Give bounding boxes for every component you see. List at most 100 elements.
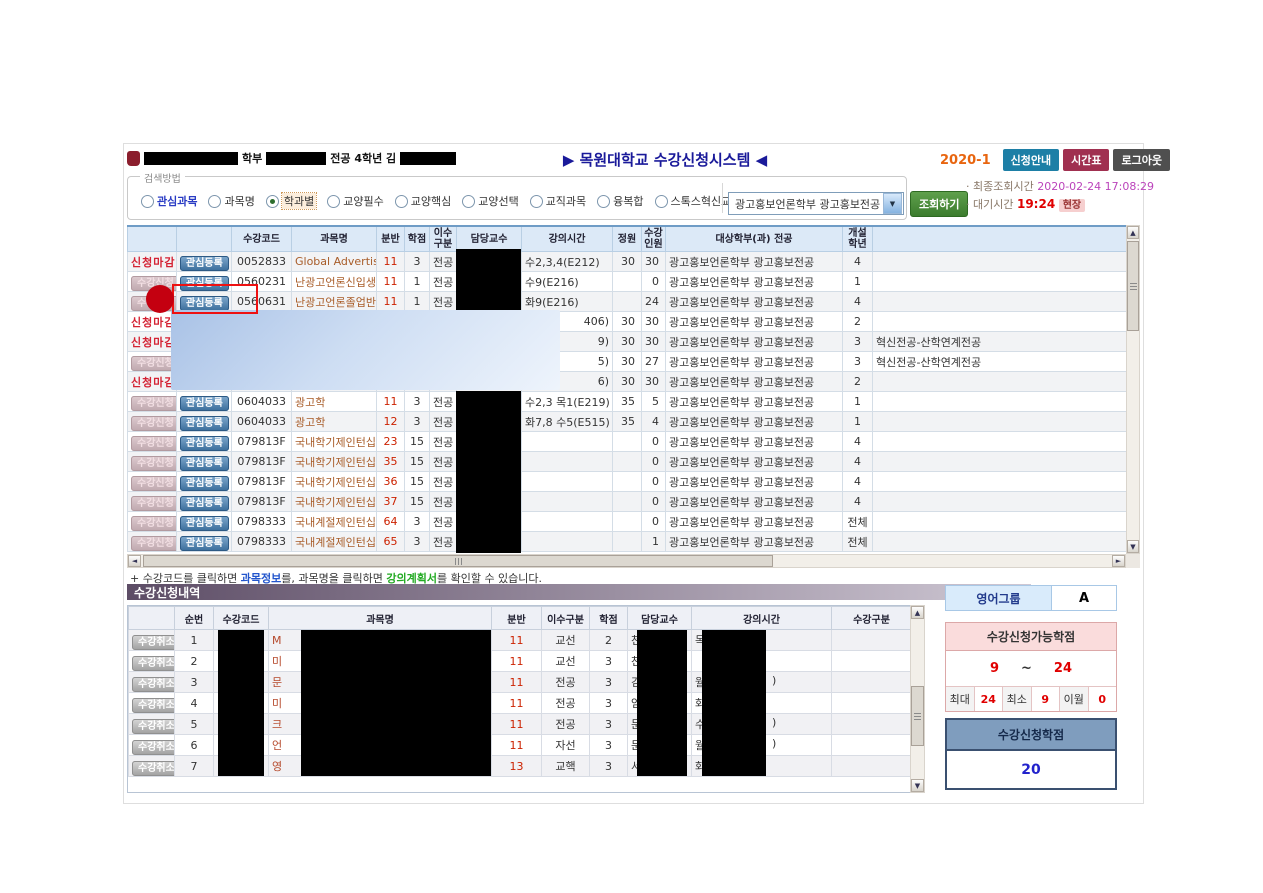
application-guide-button[interactable]: 신청안내 xyxy=(1003,149,1059,171)
search-type-radio[interactable]: 교직과목 xyxy=(530,193,586,209)
search-type-radio[interactable]: 융복합 xyxy=(597,193,643,209)
student-info-text: 전공 4학년 김 xyxy=(330,150,396,166)
scroll-right-icon[interactable]: ► xyxy=(1112,555,1125,567)
vscroll-thumb[interactable] xyxy=(911,686,924,746)
search-type-radio[interactable]: 관심과목 xyxy=(141,193,197,209)
status-cell: 수강신청 xyxy=(128,412,177,432)
course-name-link[interactable]: Global Advertising xyxy=(292,252,377,272)
interest-register-button[interactable]: 관심등록 xyxy=(180,456,229,471)
cancel-enrollment-button[interactable]: 수강취소 xyxy=(132,740,175,755)
completion-type-cell: 전공 xyxy=(430,512,457,532)
apply-status-button[interactable]: 수강신청 xyxy=(131,396,177,411)
apply-status-button[interactable]: 신청마감 xyxy=(131,336,175,349)
apply-status-button[interactable]: 수강신청 xyxy=(131,476,177,491)
interest-register-button[interactable]: 관심등록 xyxy=(180,516,229,531)
course-name-link[interactable]: 국내학기제인턴십 xyxy=(292,432,377,452)
course-name-link[interactable]: 국내학기제인턴십 xyxy=(292,492,377,512)
redaction-times xyxy=(702,630,766,776)
interest-register-button[interactable]: 관심등록 xyxy=(180,396,229,411)
scroll-down-icon[interactable]: ▼ xyxy=(911,779,924,792)
interest-register-button[interactable]: 관심등록 xyxy=(180,416,229,431)
course-name-link[interactable]: 국내계절제인턴십 xyxy=(292,532,377,552)
course-code-link[interactable]: 079813F xyxy=(232,472,292,492)
course-name-link[interactable]: 국내학기제인턴십 xyxy=(292,452,377,472)
scroll-up-icon[interactable]: ▲ xyxy=(1127,226,1139,239)
logout-button[interactable]: 로그아웃 xyxy=(1113,149,1169,171)
cancel-enrollment-button[interactable]: 수강취소 xyxy=(132,635,175,650)
radio-icon[interactable] xyxy=(266,195,279,208)
interest-register-button[interactable]: 관심등록 xyxy=(180,496,229,511)
interest-register-button[interactable]: 관심등록 xyxy=(180,476,229,491)
hscroll-thumb[interactable] xyxy=(143,555,773,567)
scroll-up-icon[interactable]: ▲ xyxy=(911,606,924,619)
apply-status-button[interactable]: 수강신청 xyxy=(131,516,177,531)
apply-status-button[interactable]: 수강신청 xyxy=(131,356,177,371)
radio-icon[interactable] xyxy=(208,195,221,208)
cancel-enrollment-button[interactable]: 수강취소 xyxy=(132,761,175,776)
enrollment-vscrollbar[interactable]: ▲ ▼ xyxy=(910,605,925,793)
apply-status-button[interactable]: 수강신청 xyxy=(131,416,177,431)
timetable-button[interactable]: 시간표 xyxy=(1063,149,1109,171)
search-type-radio[interactable]: 학과별 xyxy=(266,193,316,209)
cancel-enrollment-button[interactable]: 수강취소 xyxy=(132,698,175,713)
completion-type-cell: 자선 xyxy=(542,735,590,756)
course-code-link[interactable]: 0052833 xyxy=(232,252,292,272)
enrolled-cell: 30 xyxy=(642,312,666,332)
radio-icon[interactable] xyxy=(327,195,340,208)
search-type-radio[interactable]: 과목명 xyxy=(208,193,254,209)
search-type-radio[interactable]: 교양핵심 xyxy=(395,193,451,209)
apply-status-button[interactable]: 신청마감 xyxy=(131,376,175,389)
search-button[interactable]: 조회하기 xyxy=(910,191,968,217)
course-name-link[interactable]: 난광고언론신입생이다 xyxy=(292,272,377,292)
apply-status-button[interactable]: 수강신청 xyxy=(131,436,177,451)
department-select[interactable]: 광고홍보언론학부 광고홍보전공 ▼ xyxy=(728,192,904,215)
open-year-cell: 1 xyxy=(843,392,873,412)
radio-icon[interactable] xyxy=(655,195,668,208)
cancel-enrollment-button[interactable]: 수강취소 xyxy=(132,656,175,671)
completion-type-cell: 전공 xyxy=(430,432,457,452)
target-major-cell: 광고홍보언론학부 광고홍보전공 xyxy=(666,252,843,272)
apply-status-button[interactable]: 수강신청 xyxy=(131,536,177,551)
apply-status-button[interactable]: 신청마감 xyxy=(131,256,175,269)
course-table-hscrollbar[interactable]: ◄ ► xyxy=(127,554,1126,568)
radio-icon[interactable] xyxy=(462,195,475,208)
radio-icon[interactable] xyxy=(597,195,610,208)
course-code-link[interactable]: 0798333 xyxy=(232,512,292,532)
interest-register-button[interactable]: 관심등록 xyxy=(180,256,229,271)
completion-type-cell: 전공 xyxy=(542,714,590,735)
apply-status-button[interactable]: 수강신청 xyxy=(131,496,177,511)
course-code-link[interactable]: 0604033 xyxy=(232,412,292,432)
course-name-link[interactable]: 국내계절제인턴십 xyxy=(292,512,377,532)
interest-register-button[interactable]: 관심등록 xyxy=(180,436,229,451)
note-cell: 혁신전공-산학연계전공 xyxy=(873,332,1127,352)
course-name-link[interactable]: 광고학 xyxy=(292,392,377,412)
course-code-link[interactable]: 079813F xyxy=(232,492,292,512)
scroll-down-icon[interactable]: ▼ xyxy=(1127,540,1139,553)
search-type-radio[interactable]: 교양필수 xyxy=(327,193,383,209)
apply-status-button[interactable]: 수강신청 xyxy=(131,456,177,471)
course-table-row: 수강신청 관심등록 0560631 난광고언론졸업반이다 11 1 전공 화9(… xyxy=(128,292,1127,312)
course-name-link[interactable]: 국내학기제인턴십 xyxy=(292,472,377,492)
credit-cell: 3 xyxy=(590,672,628,693)
search-type-radio[interactable]: 교양선택 xyxy=(462,193,518,209)
vscroll-thumb[interactable] xyxy=(1127,241,1139,331)
interest-register-button[interactable]: 관심등록 xyxy=(180,536,229,551)
chevron-down-icon[interactable]: ▼ xyxy=(883,193,902,214)
course-code-link[interactable]: 079813F xyxy=(232,452,292,472)
lecture-time-cell: 화7,8 수5(E515) xyxy=(522,412,613,432)
radio-icon[interactable] xyxy=(530,195,543,208)
radio-icon[interactable] xyxy=(141,195,154,208)
course-name-link[interactable]: 난광고언론졸업반이다 xyxy=(292,292,377,312)
course-code-link[interactable]: 079813F xyxy=(232,432,292,452)
course-code-link[interactable]: 0798333 xyxy=(232,532,292,552)
apply-status-button[interactable]: 신청마감 xyxy=(131,316,175,329)
cancel-enrollment-button[interactable]: 수강취소 xyxy=(132,719,175,734)
scroll-left-icon[interactable]: ◄ xyxy=(128,555,141,567)
completion-type-cell: 전공 xyxy=(430,392,457,412)
course-code-link[interactable]: 0604033 xyxy=(232,392,292,412)
radio-icon[interactable] xyxy=(395,195,408,208)
cancel-enrollment-button[interactable]: 수강취소 xyxy=(132,677,175,692)
course-table-vscrollbar[interactable]: ▲ ▼ xyxy=(1126,225,1140,554)
course-name-link[interactable]: 광고학 xyxy=(292,412,377,432)
wait-time-value: 19:24 xyxy=(1017,197,1055,211)
